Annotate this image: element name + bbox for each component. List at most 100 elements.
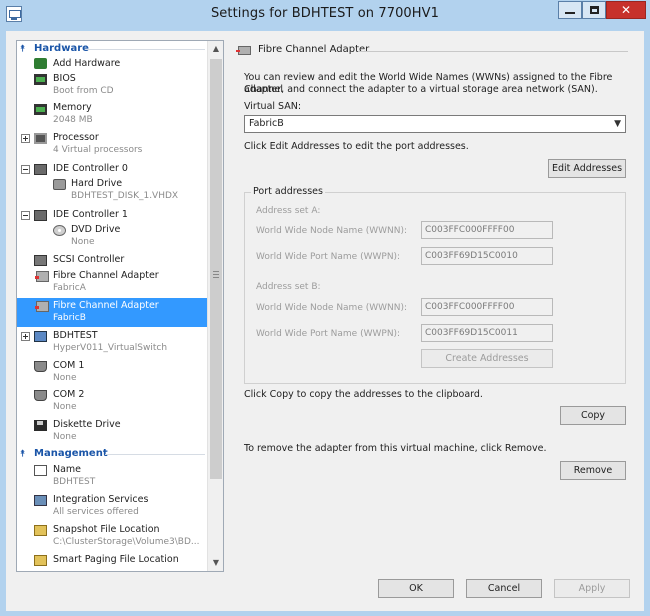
tree-content: ⯭ Hardware Add Hardware BIOS Boot from C…: [17, 41, 207, 571]
scroll-up-icon[interactable]: ▲: [208, 41, 223, 57]
close-icon: ✕: [620, 3, 632, 17]
tree-item-label: Fibre Channel Adapter: [53, 270, 159, 281]
apply-button[interactable]: Apply: [554, 579, 630, 598]
edit-addresses-button[interactable]: Edit Addresses: [548, 159, 626, 178]
tree-item-fibre-channel-a[interactable]: Fibre Channel Adapter FabricA: [17, 269, 207, 297]
set-b-wwpn-label: World Wide Port Name (WWPN):: [256, 329, 401, 339]
processor-icon: [34, 133, 47, 144]
close-button[interactable]: ✕: [606, 1, 646, 19]
tree-item-processor[interactable]: Processor 4 Virtual processors: [17, 131, 207, 159]
com-port-icon: [34, 361, 47, 372]
tree-item-add-hardware[interactable]: Add Hardware: [17, 57, 207, 71]
copy-hint: Click Copy to copy the addresses to the …: [244, 389, 483, 400]
tree-item-com-1[interactable]: COM 1 None: [17, 359, 207, 387]
minimize-button[interactable]: [558, 1, 582, 19]
tree-item-detail: HyperV011_VirtualSwitch: [53, 343, 168, 353]
section-divider: [87, 49, 205, 50]
tree-item-label: BDHTEST: [53, 330, 98, 341]
title-bar[interactable]: Settings for BDHTEST on 7700HV1 ✕: [0, 0, 650, 30]
tree-item-integration-services[interactable]: Integration Services All services offere…: [17, 493, 207, 521]
remove-button[interactable]: Remove: [560, 461, 626, 480]
tree-item-label: COM 2: [53, 389, 85, 400]
grip-icon: [213, 271, 219, 278]
tree-item-label: Add Hardware: [53, 58, 121, 69]
network-adapter-icon: [34, 331, 47, 342]
tree-scrollbar[interactable]: ▲ ▼: [207, 41, 223, 571]
tree-item-hard-drive[interactable]: Hard Drive BDHTEST_DISK_1.VHDX: [17, 177, 207, 205]
tree-item-detail: BDHTEST_DISK_1.VHDX: [71, 191, 179, 201]
settings-tree[interactable]: ⯭ Hardware Add Hardware BIOS Boot from C…: [16, 40, 224, 572]
intro-text-line-2: adapter, and connect the adapter to a vi…: [244, 84, 598, 95]
com-port-icon: [34, 390, 47, 401]
management-header-label: Management: [34, 448, 108, 459]
tree-item-label: Snapshot File Location: [53, 524, 160, 535]
tree-item-label: Integration Services: [53, 494, 149, 505]
tree-item-label: IDE Controller 1: [53, 209, 128, 220]
tree-item-detail: None: [53, 373, 77, 383]
tree-item-ide-controller-0[interactable]: IDE Controller 0: [17, 162, 207, 176]
tree-item-label: IDE Controller 0: [53, 163, 128, 174]
tree-item-name[interactable]: Name BDHTEST: [17, 463, 207, 491]
ok-button[interactable]: OK: [378, 579, 454, 598]
tree-item-label: Smart Paging File Location: [53, 554, 179, 565]
hardware-section-header[interactable]: ⯭ Hardware: [17, 42, 207, 56]
window-title: Settings for BDHTEST on 7700HV1: [210, 6, 440, 21]
scrollbar-thumb[interactable]: [210, 59, 222, 479]
tree-item-fibre-channel-b[interactable]: Fibre Channel Adapter FabricB: [17, 298, 207, 327]
maximize-button[interactable]: [582, 1, 606, 19]
tree-item-label: Memory: [53, 102, 92, 113]
add-hardware-icon: [34, 58, 47, 69]
tree-item-label: Diskette Drive: [53, 419, 121, 430]
panel-header: Fibre Channel Adapter: [234, 44, 630, 58]
set-a-wwnn-label: World Wide Node Name (WWNN):: [256, 226, 408, 236]
chevron-down-icon: ▼: [614, 119, 621, 129]
management-section-header[interactable]: ⯭ Management: [17, 447, 207, 461]
tree-item-bios[interactable]: BIOS Boot from CD: [17, 72, 207, 100]
set-b-wwnn-label: World Wide Node Name (WWNN):: [256, 303, 408, 313]
port-addresses-title: Port addresses: [251, 186, 325, 197]
virtual-san-dropdown[interactable]: FabricB ▼: [244, 115, 626, 133]
tree-item-com-2[interactable]: COM 2 None: [17, 388, 207, 416]
scroll-down-icon[interactable]: ▼: [208, 555, 223, 571]
cancel-button[interactable]: Cancel: [466, 579, 542, 598]
fibre-channel-icon: [35, 271, 49, 282]
tree-item-diskette-drive[interactable]: Diskette Drive None: [17, 418, 207, 446]
collapse-chevron-icon: ⯭: [20, 44, 26, 54]
tree-item-smart-paging-location[interactable]: Smart Paging File Location: [17, 553, 207, 571]
tree-item-label: BIOS: [53, 73, 76, 84]
expand-icon[interactable]: [21, 134, 30, 143]
hardware-header-label: Hardware: [34, 43, 89, 54]
copy-button[interactable]: Copy: [560, 406, 626, 425]
tree-item-detail: Boot from CD: [53, 86, 114, 96]
tree-item-label: COM 1: [53, 360, 85, 371]
tree-item-label: Hard Drive: [71, 178, 123, 189]
tree-item-dvd-drive[interactable]: DVD Drive None: [17, 223, 207, 251]
tree-item-detail: None: [53, 402, 77, 412]
create-addresses-button[interactable]: Create Addresses: [421, 349, 553, 368]
tree-item-scsi-controller[interactable]: SCSI Controller: [17, 253, 207, 267]
tree-item-snapshot-location[interactable]: Snapshot File Location C:\ClusterStorage…: [17, 523, 207, 551]
tree-item-memory[interactable]: Memory 2048 MB: [17, 101, 207, 129]
tree-item-network-adapter[interactable]: BDHTEST HyperV011_VirtualSwitch: [17, 329, 207, 357]
folder-icon: [34, 555, 47, 566]
set-a-wwpn-label: World Wide Port Name (WWPN):: [256, 252, 401, 262]
expand-icon[interactable]: [21, 332, 30, 341]
tree-item-detail: None: [71, 237, 95, 247]
tree-item-label: SCSI Controller: [53, 254, 125, 265]
name-icon: [34, 465, 47, 476]
virtual-san-label: Virtual SAN:: [244, 101, 302, 112]
collapse-icon[interactable]: [21, 211, 30, 220]
collapse-icon[interactable]: [21, 165, 30, 174]
set-b-wwpn-field: C003FF69D15C0011: [421, 324, 553, 342]
tree-item-detail: BDHTEST: [53, 477, 96, 487]
diskette-drive-icon: [34, 420, 47, 431]
address-set-b-label: Address set B:: [256, 282, 321, 292]
tree-item-label: DVD Drive: [71, 224, 121, 235]
ide-controller-icon: [34, 210, 47, 221]
fibre-channel-icon: [35, 301, 49, 312]
ide-controller-icon: [34, 164, 47, 175]
section-divider: [105, 454, 205, 455]
dialog-client: ⯭ Hardware Add Hardware BIOS Boot from C…: [6, 31, 644, 611]
maximize-icon: [589, 6, 599, 14]
tree-item-ide-controller-1[interactable]: IDE Controller 1: [17, 208, 207, 222]
